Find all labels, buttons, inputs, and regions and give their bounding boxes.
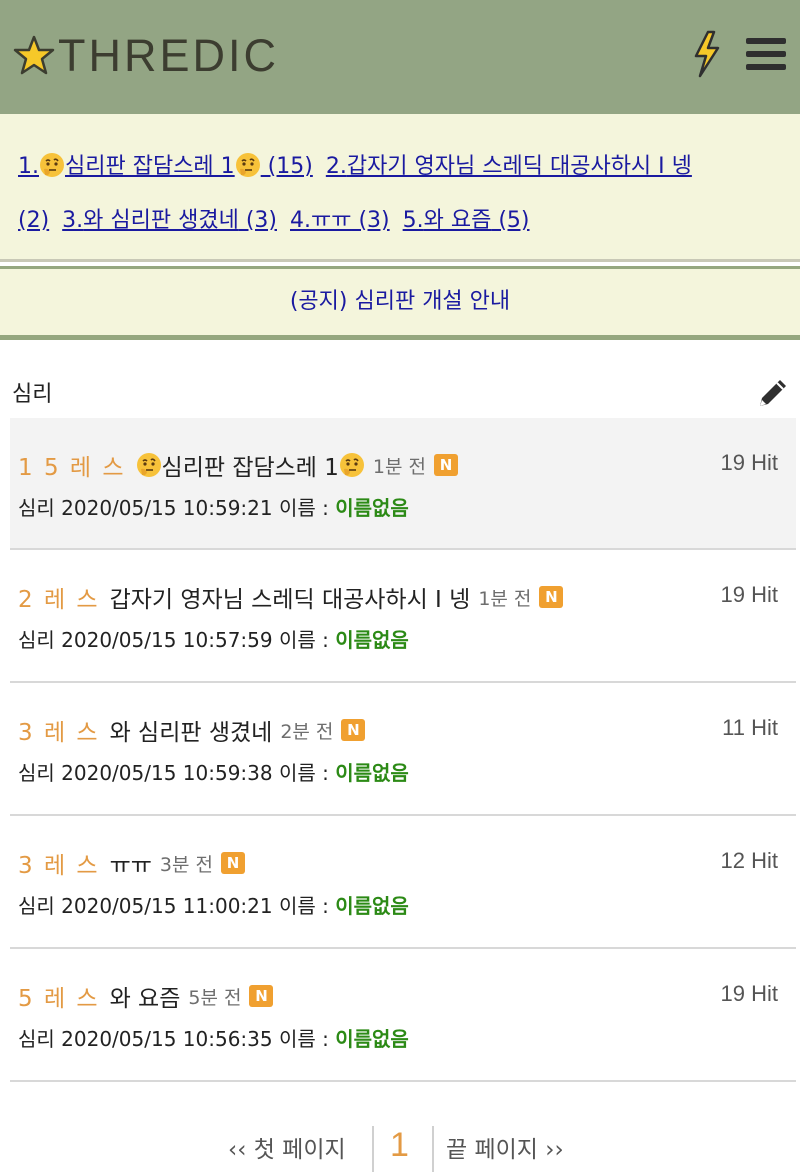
hamburger-menu-icon[interactable]	[746, 38, 788, 72]
thread-line-1: 1 5 레 스 심리판 잡담스레 1 1분 전 N	[18, 448, 459, 482]
time-ago: 3분 전	[159, 853, 213, 876]
thinking-face-emoji-icon	[339, 452, 365, 478]
hit-count: 19 Hit	[720, 450, 778, 475]
thread-row[interactable]: 1 5 레 스 심리판 잡담스레 1 1분 전 N 19 Hit 심리 2020…	[10, 418, 796, 550]
site-logo[interactable]: THREDIC	[12, 30, 279, 81]
thread-list: 1 5 레 스 심리판 잡담스레 1 1분 전 N 19 Hit 심리 2020…	[10, 418, 796, 1082]
thread-title[interactable]: 와 심리판 생겼네	[110, 713, 273, 747]
thread-line-1: 3 레 스 ㅠㅠ 3분 전 N	[18, 846, 245, 880]
author-name: 이름없음	[335, 628, 409, 652]
hot-link-1[interactable]: 1. 심리판 잡담스레 1 (15)	[18, 154, 313, 179]
pager-divider	[372, 1126, 374, 1172]
new-badge: N	[249, 985, 274, 1007]
lightning-icon[interactable]	[690, 30, 724, 78]
current-page[interactable]: 1	[390, 1126, 409, 1165]
hit-count: 19 Hit	[720, 981, 778, 1006]
new-badge: N	[539, 586, 564, 608]
hot-line-2: (2) 3.와 심리판 생겼네 (3) 4.ㅠㅠ (3) 5.와 요즘 (5)	[18, 194, 784, 248]
thread-meta: 심리 2020/05/15 10:57:59 이름 : 이름없음	[18, 628, 409, 652]
new-badge: N	[434, 454, 459, 476]
time-ago: 5분 전	[188, 986, 242, 1009]
thread-title[interactable]: 갑자기 영자님 스레딕 대공사하시 I 넹	[110, 580, 471, 614]
time-ago: 2분 전	[280, 720, 334, 743]
thinking-face-emoji-icon	[136, 452, 162, 478]
author-name: 이름없음	[335, 761, 409, 785]
thread-meta: 심리 2020/05/15 10:59:38 이름 : 이름없음	[18, 761, 409, 785]
hit-count: 11 Hit	[722, 715, 778, 740]
thread-row[interactable]: 3 레 스 와 심리판 생겼네 2분 전 N 11 Hit 심리 2020/05…	[10, 683, 796, 816]
hot-line-1: 1. 심리판 잡담스레 1 (15) 2.갑자기 영자님 스레딕 대공사하시 I …	[18, 140, 784, 194]
thread-line-1: 3 레 스 와 심리판 생겼네 2분 전 N	[18, 713, 366, 747]
logo-text: THREDIC	[58, 30, 279, 81]
hot-link-5[interactable]: 5.와 요즘 (5)	[403, 208, 530, 233]
thread-title[interactable]: 심리판 잡담스레 1	[162, 448, 339, 482]
hot-link-3[interactable]: 3.와 심리판 생겼네 (3)	[62, 208, 277, 233]
reply-count: 2 레 스	[18, 587, 100, 613]
thread-row[interactable]: 2 레 스 갑자기 영자님 스레딕 대공사하시 I 넹 1분 전 N 19 Hi…	[10, 550, 796, 683]
last-page-link[interactable]: 끝 페이지 ››	[446, 1130, 564, 1164]
thread-meta: 심리 2020/05/15 10:56:35 이름 : 이름없음	[18, 1027, 409, 1051]
pagination: ‹‹ 첫 페이지 1 끝 페이지 ››	[0, 1120, 800, 1176]
thread-row[interactable]: 5 레 스 와 요즘 5분 전 N 19 Hit 심리 2020/05/15 1…	[10, 949, 796, 1082]
thinking-face-emoji-icon	[235, 152, 261, 178]
thread-title[interactable]: ㅠㅠ	[110, 846, 152, 880]
reply-count: 1 5 레 스	[18, 455, 126, 481]
time-ago: 1분 전	[372, 455, 427, 478]
hot-link-4[interactable]: 4.ㅠㅠ (3)	[290, 208, 390, 233]
notice-banner[interactable]: (공지) 심리판 개설 안내	[0, 266, 800, 340]
reply-count: 5 레 스	[18, 986, 100, 1012]
new-badge: N	[341, 719, 366, 741]
app-header: THREDIC	[0, 0, 800, 114]
star-icon	[13, 35, 55, 75]
time-ago: 1분 전	[478, 587, 532, 610]
notice-text[interactable]: (공지) 심리판 개설 안내	[290, 289, 510, 314]
hit-count: 19 Hit	[720, 582, 778, 607]
hot-threads-panel: 1. 심리판 잡담스레 1 (15) 2.갑자기 영자님 스레딕 대공사하시 I …	[0, 114, 800, 262]
thread-line-1: 2 레 스 갑자기 영자님 스레딕 대공사하시 I 넹 1분 전 N	[18, 580, 564, 614]
thread-row[interactable]: 3 레 스 ㅠㅠ 3분 전 N 12 Hit 심리 2020/05/15 11:…	[10, 816, 796, 949]
reply-count: 3 레 스	[18, 853, 100, 879]
first-page-link[interactable]: ‹‹ 첫 페이지	[228, 1130, 346, 1164]
hot-link-2-count[interactable]: (2)	[18, 208, 49, 233]
author-name: 이름없음	[335, 1027, 409, 1051]
new-badge: N	[221, 852, 245, 874]
hit-count: 12 Hit	[720, 848, 778, 873]
pager-divider	[432, 1126, 434, 1172]
pencil-icon[interactable]	[756, 376, 790, 410]
thread-line-1: 5 레 스 와 요즘 5분 전 N	[18, 979, 274, 1013]
author-name: 이름없음	[335, 894, 409, 918]
author-name: 이름없음	[335, 496, 409, 520]
hot-link-2[interactable]: 2.갑자기 영자님 스레딕 대공사하시 I 넹	[326, 154, 692, 179]
board-tab[interactable]: 심리	[12, 376, 53, 420]
reply-count: 3 레 스	[18, 720, 100, 746]
thread-meta: 심리 2020/05/15 11:00:21 이름 : 이름없음	[18, 894, 409, 918]
thread-meta: 심리 2020/05/15 10:59:21 이름 : 이름없음	[18, 496, 409, 520]
thread-title[interactable]: 와 요즘	[110, 979, 181, 1013]
board-tab-row: 심리	[0, 346, 800, 420]
thinking-face-emoji-icon	[39, 152, 65, 178]
